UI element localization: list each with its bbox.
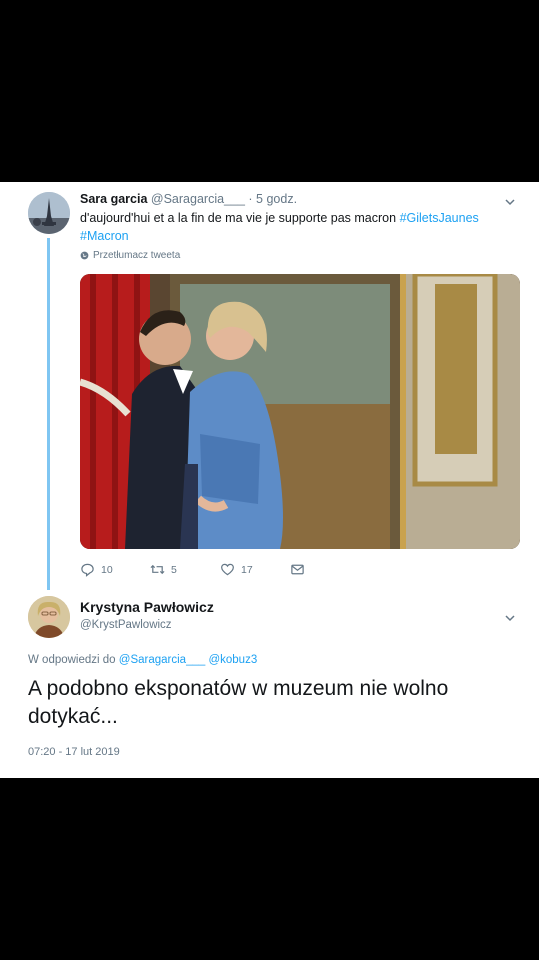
tweet-photo[interactable] bbox=[80, 274, 520, 549]
author-handle[interactable]: @KrystPawlowicz bbox=[80, 619, 172, 631]
avatar-image bbox=[28, 192, 70, 234]
globe-icon bbox=[80, 251, 89, 260]
tweet-time[interactable]: 5 godz. bbox=[256, 192, 297, 206]
reply-count: 10 bbox=[101, 563, 113, 576]
reply-icon bbox=[81, 563, 94, 577]
thread-line bbox=[47, 238, 50, 590]
tweet-text: d'aujourd'hui et a la fin de ma vie je s… bbox=[80, 209, 480, 245]
hashtag-macron[interactable]: #Macron bbox=[80, 229, 129, 243]
tweet-timestamp[interactable]: 07:20 - 17 lut 2019 bbox=[28, 746, 120, 758]
retweet-count: 5 bbox=[171, 563, 177, 576]
tweet-header: Sara garcia @Saragarcia___ · 5 godz. bbox=[80, 192, 297, 206]
direct-message-button[interactable] bbox=[290, 562, 305, 577]
separator-dot: · bbox=[248, 192, 253, 206]
chevron-down-icon[interactable] bbox=[504, 612, 516, 624]
reply-button[interactable]: 10 bbox=[80, 562, 113, 577]
envelope-icon bbox=[291, 564, 304, 575]
author-handle[interactable]: @Saragarcia___ bbox=[151, 192, 245, 206]
author-name[interactable]: Krystyna Pawłowicz bbox=[80, 599, 214, 615]
avatar[interactable] bbox=[28, 192, 70, 234]
reply-context: W odpowiedzi do @Saragarcia___ @kobuz3 bbox=[28, 654, 257, 666]
heart-icon bbox=[221, 563, 234, 576]
tweet-text-body: d'aujourd'hui et a la fin de ma vie je s… bbox=[80, 211, 397, 225]
mention-saragarcia[interactable]: @Saragarcia___ bbox=[119, 654, 205, 666]
translate-label: Przetłumacz tweeta bbox=[93, 250, 181, 261]
hashtag-giletsjaunes[interactable]: #GiletsJaunes bbox=[400, 211, 479, 225]
author-name[interactable]: Sara garcia bbox=[80, 192, 147, 206]
retweet-icon bbox=[150, 564, 165, 575]
tweet-card: Sara garcia @Saragarcia___ · 5 godz. d'a… bbox=[0, 182, 539, 778]
chevron-down-icon[interactable] bbox=[504, 196, 516, 208]
photo-image bbox=[80, 274, 520, 549]
tweet-text: A podobno eksponatów w muzeum nie wolno … bbox=[28, 677, 449, 728]
like-count: 17 bbox=[241, 563, 253, 576]
retweet-button[interactable]: 5 bbox=[150, 562, 177, 577]
reply-prefix: W odpowiedzi do bbox=[28, 654, 116, 666]
like-button[interactable]: 17 bbox=[220, 562, 253, 577]
mention-kobuz3[interactable]: @kobuz3 bbox=[208, 654, 257, 666]
tweet-actions: 10 5 17 bbox=[80, 562, 340, 580]
avatar[interactable] bbox=[28, 596, 70, 638]
translate-tweet-link[interactable]: Przetłumacz tweeta bbox=[80, 250, 180, 261]
avatar-image bbox=[28, 596, 70, 638]
